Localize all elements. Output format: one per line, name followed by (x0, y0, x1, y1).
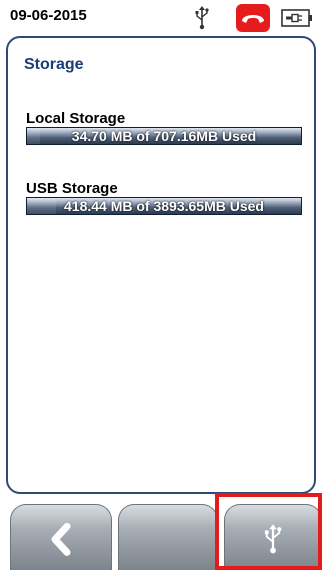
back-button[interactable] (10, 504, 112, 570)
usb-icon (264, 523, 282, 553)
status-date: 09-06-2015 (10, 7, 87, 24)
chevron-left-icon (51, 522, 71, 556)
usb-icon (195, 6, 209, 30)
hang-up-phone-icon (236, 4, 270, 32)
battery-icon (281, 9, 312, 27)
usb-storage-usage: 418.44 MB of 3893.65MB Used (64, 198, 264, 214)
local-storage-label: Local Storage (26, 110, 126, 127)
local-storage-bar: 34.70 MB of 707.16MB Used (26, 127, 302, 145)
blank-soft-button[interactable] (118, 504, 218, 570)
status-bar: 09-06-2015 (0, 0, 322, 34)
usb-button[interactable] (224, 504, 322, 570)
usb-storage-bar: 418.44 MB of 3893.65MB Used (26, 197, 302, 215)
page-title: Storage (24, 56, 84, 73)
usb-storage-label: USB Storage (26, 180, 118, 197)
local-storage-usage: 34.70 MB of 707.16MB Used (71, 128, 257, 144)
storage-panel: Storage Local Storage 34.70 MB of 707.16… (6, 36, 316, 494)
